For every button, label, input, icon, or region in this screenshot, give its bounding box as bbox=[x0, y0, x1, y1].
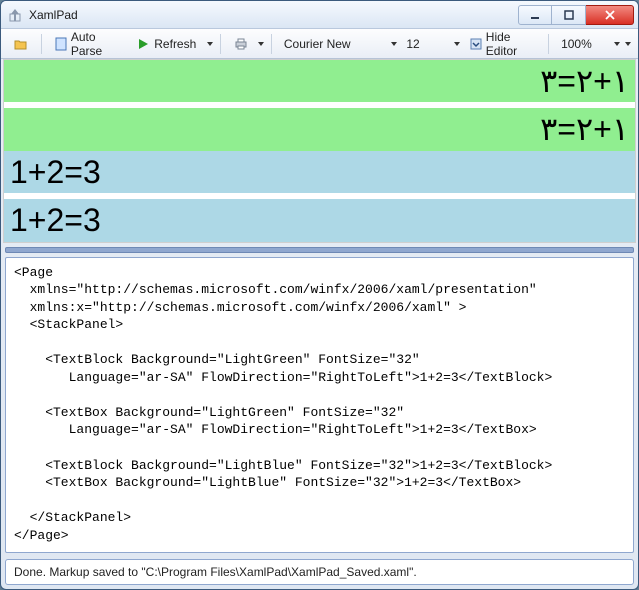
toolbar: Auto Parse Refresh Courier New bbox=[1, 29, 638, 59]
overflow-dropdown[interactable] bbox=[624, 36, 632, 52]
font-size-combo[interactable]: 12 bbox=[400, 35, 450, 53]
refresh-label: Refresh bbox=[154, 37, 196, 51]
editor-pane: <Page xmlns="http://schemas.microsoft.co… bbox=[5, 257, 634, 553]
preview-pane: ١+٢=٣ ١+٢=٣ 1+2=3 1+2=3 bbox=[3, 59, 636, 243]
zoom-value: 100% bbox=[561, 37, 592, 51]
hide-editor-button[interactable]: Hide Editor bbox=[463, 27, 542, 61]
titlebar: XamlPad bbox=[1, 1, 638, 29]
close-button[interactable] bbox=[586, 5, 634, 25]
font-family-combo[interactable]: Courier New bbox=[278, 35, 388, 53]
maximize-button[interactable] bbox=[552, 5, 586, 25]
status-text: Done. Markup saved to "C:\Program Files\… bbox=[14, 565, 417, 579]
folder-open-icon bbox=[14, 37, 28, 51]
splitter[interactable] bbox=[5, 247, 634, 253]
separator bbox=[220, 34, 221, 54]
refresh-button[interactable]: Refresh bbox=[129, 34, 203, 54]
print-button[interactable] bbox=[227, 34, 255, 54]
statusbar: Done. Markup saved to "C:\Program Files\… bbox=[5, 559, 634, 585]
auto-parse-button[interactable]: Auto Parse bbox=[48, 27, 127, 61]
collapse-icon bbox=[470, 37, 482, 51]
hide-editor-label: Hide Editor bbox=[486, 30, 535, 58]
play-icon bbox=[136, 37, 150, 51]
font-size-value: 12 bbox=[406, 37, 419, 51]
minimize-button[interactable] bbox=[518, 5, 552, 25]
print-icon bbox=[234, 37, 248, 51]
open-button[interactable] bbox=[7, 34, 35, 54]
preview-textbox-en[interactable]: 1+2=3 bbox=[4, 199, 635, 241]
print-dropdown[interactable] bbox=[257, 36, 265, 52]
page-icon bbox=[55, 37, 67, 51]
preview-stackpanel: ١+٢=٣ ١+٢=٣ 1+2=3 1+2=3 bbox=[4, 60, 635, 242]
window-buttons bbox=[518, 5, 634, 25]
zoom-combo[interactable]: 100% bbox=[555, 35, 611, 53]
app-icon bbox=[7, 7, 23, 23]
preview-textbox-ar[interactable]: ١+٢=٣ bbox=[4, 108, 635, 150]
font-size-dropdown[interactable] bbox=[452, 36, 460, 52]
app-window: XamlPad Auto Parse bbox=[0, 0, 639, 590]
refresh-dropdown[interactable] bbox=[205, 36, 213, 52]
font-family-value: Courier New bbox=[284, 37, 351, 51]
xaml-editor[interactable]: <Page xmlns="http://schemas.microsoft.co… bbox=[6, 258, 633, 552]
window-title: XamlPad bbox=[29, 8, 518, 22]
auto-parse-label: Auto Parse bbox=[71, 30, 120, 58]
preview-textblock-ar: ١+٢=٣ bbox=[4, 60, 635, 102]
zoom-dropdown[interactable] bbox=[613, 36, 621, 52]
separator bbox=[271, 34, 272, 54]
separator bbox=[41, 34, 42, 54]
separator bbox=[548, 34, 549, 54]
preview-textblock-en: 1+2=3 bbox=[4, 151, 635, 193]
font-family-dropdown[interactable] bbox=[390, 36, 398, 52]
